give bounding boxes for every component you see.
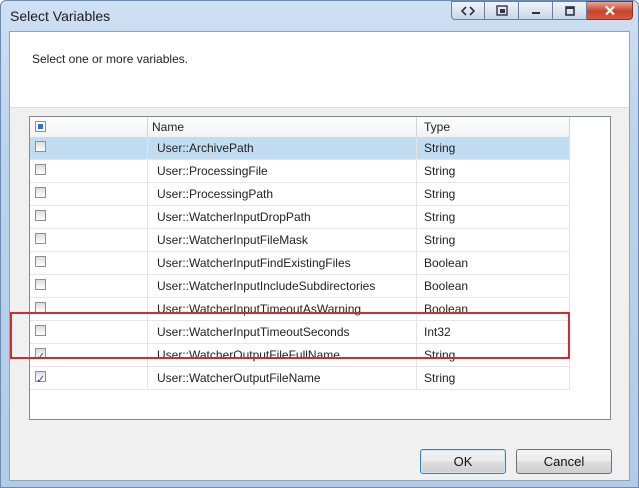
variable-type: Boolean <box>417 275 570 297</box>
table-row[interactable]: User::WatcherInputFindExistingFiles Bool… <box>30 252 570 275</box>
table-row[interactable]: User::ProcessingFile String <box>30 160 570 183</box>
variable-type: String <box>417 367 570 389</box>
context-help-button[interactable] <box>451 1 485 20</box>
variable-type: String <box>417 137 570 159</box>
variable-type: String <box>417 206 570 228</box>
checkbox-cell <box>30 367 148 389</box>
variable-name: User::ProcessingFile <box>148 160 417 182</box>
row-checkbox[interactable] <box>35 210 46 221</box>
checkbox-cell <box>30 229 148 251</box>
row-checkbox[interactable] <box>35 233 46 244</box>
cancel-button[interactable]: Cancel <box>516 449 612 474</box>
variable-name: User::WatcherInputIncludeSubdirectories <box>148 275 417 297</box>
instruction-text: Select one or more variables. <box>32 52 189 66</box>
checkbox-cell <box>30 275 148 297</box>
type-column-header[interactable]: Type <box>417 117 570 137</box>
highlight-annotation <box>10 312 570 359</box>
variable-name: User::ProcessingPath <box>148 183 417 205</box>
minimize-button[interactable] <box>519 1 553 20</box>
dialog-title: Select Variables <box>10 8 111 24</box>
variable-type: String <box>417 229 570 251</box>
ok-button[interactable]: OK <box>420 449 506 474</box>
grid-header: Name Type <box>30 117 570 138</box>
table-row[interactable]: User::WatcherInputFileMask String <box>30 229 570 252</box>
maximize-icon <box>564 5 575 16</box>
variable-name: User::ArchivePath <box>148 137 417 159</box>
variable-name: User::WatcherInputFileMask <box>148 229 417 251</box>
window-icon <box>495 5 508 16</box>
select-all-checkbox[interactable] <box>35 121 46 132</box>
variable-type: String <box>417 183 570 205</box>
name-column-header[interactable]: Name <box>148 117 417 137</box>
variable-name: User::WatcherOutputFileName <box>148 367 417 389</box>
close-button[interactable] <box>587 1 633 20</box>
instruction-panel: Select one or more variables. <box>10 32 629 108</box>
table-row[interactable]: User::WatcherOutputFileName String <box>30 367 570 390</box>
variable-name: User::WatcherInputDropPath <box>148 206 417 228</box>
table-row[interactable]: User::WatcherInputIncludeSubdirectories … <box>30 275 570 298</box>
dialog-body: Select one or more variables. Name Type … <box>9 31 630 481</box>
row-checkbox[interactable] <box>35 279 46 290</box>
title-bar[interactable]: Select Variables <box>1 1 638 31</box>
checkbox-cell <box>30 206 148 228</box>
checkbox-cell <box>30 252 148 274</box>
variable-type: String <box>417 160 570 182</box>
checkbox-cell <box>30 160 148 182</box>
row-checkbox-checked[interactable] <box>35 369 46 389</box>
row-checkbox[interactable] <box>35 141 46 152</box>
window-controls <box>451 1 633 20</box>
maximize-button[interactable] <box>553 1 587 20</box>
row-checkbox[interactable] <box>35 187 46 198</box>
table-row[interactable]: User::ArchivePath String <box>30 137 570 160</box>
checkbox-cell <box>30 183 148 205</box>
close-icon <box>604 5 615 16</box>
checkbox-cell <box>30 137 148 159</box>
row-checkbox[interactable] <box>35 164 46 175</box>
select-variables-dialog: Select Variables Select one or more vari… <box>0 0 639 488</box>
row-checkbox[interactable] <box>35 256 46 267</box>
variable-name: User::WatcherInputFindExistingFiles <box>148 252 417 274</box>
select-all-column[interactable] <box>30 117 148 137</box>
table-row[interactable]: User::ProcessingPath String <box>30 183 570 206</box>
minimize-icon <box>531 11 540 14</box>
code-icon <box>461 5 475 16</box>
variable-type: Boolean <box>417 252 570 274</box>
table-row[interactable]: User::WatcherInputDropPath String <box>30 206 570 229</box>
variables-grid[interactable]: Name Type User::ArchivePath String User:… <box>29 116 611 420</box>
window-menu-button[interactable] <box>485 1 519 20</box>
